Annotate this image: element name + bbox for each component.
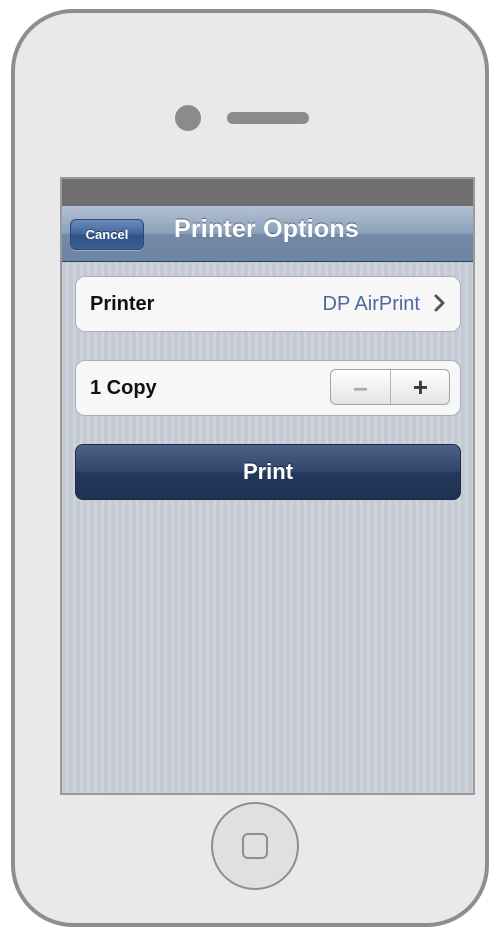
phone-frame: Cancel Printer Options Printer DP AirPri…: [11, 9, 489, 927]
plus-icon: +: [412, 372, 429, 402]
print-button[interactable]: Print: [75, 444, 461, 500]
screen: Cancel Printer Options Printer DP AirPri…: [60, 177, 475, 795]
status-bar: [62, 179, 473, 206]
copies-label: 1 Copy: [90, 377, 157, 399]
minus-icon: –: [353, 372, 368, 402]
chevron-right-icon: [434, 294, 445, 312]
speaker-icon: [227, 112, 309, 124]
copies-row: 1 Copy – +: [75, 360, 461, 416]
printer-row[interactable]: Printer DP AirPrint: [75, 276, 461, 332]
printer-value: DP AirPrint: [322, 293, 420, 315]
printer-label: Printer: [90, 293, 155, 315]
camera-icon: [175, 105, 201, 131]
cancel-button[interactable]: Cancel: [70, 219, 144, 250]
home-button[interactable]: [211, 802, 299, 890]
copies-stepper: – +: [330, 369, 450, 405]
home-square-icon: [242, 833, 268, 859]
navigation-bar: Cancel Printer Options: [62, 206, 473, 262]
decrement-button[interactable]: –: [331, 370, 391, 404]
page-title: Printer Options: [174, 215, 359, 243]
increment-button[interactable]: +: [391, 370, 449, 404]
